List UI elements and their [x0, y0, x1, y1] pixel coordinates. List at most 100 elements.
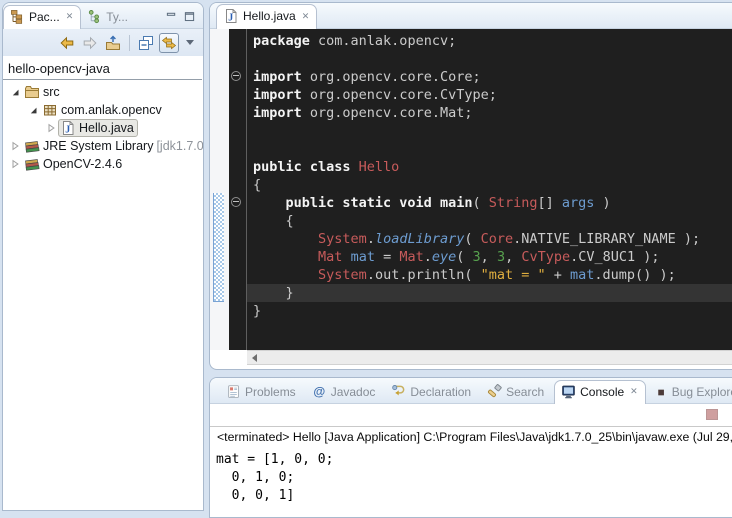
code-line: {	[247, 176, 732, 194]
package-explorer-view: Pac... ✕ Ty... hello-opencv-java srccom.…	[2, 2, 204, 511]
code-line: public class Hello	[247, 158, 732, 176]
console-toolbar	[210, 404, 732, 427]
link-with-editor-icon	[161, 35, 177, 51]
tree-item-decoration: [jdk1.7.0_25]	[156, 139, 203, 153]
problems-icon	[226, 384, 241, 399]
view-menu-icon[interactable]	[186, 40, 194, 45]
tree-item-src[interactable]: src	[3, 83, 203, 101]
tab-label: Bug Explorer	[672, 385, 732, 399]
close-icon[interactable]: ✕	[300, 12, 310, 21]
code-line: public static void main( String[] args )	[247, 194, 732, 212]
code-line: {	[247, 212, 732, 230]
java-file-icon: J	[60, 120, 76, 136]
left-view-tabbar: Pac... ✕ Ty...	[3, 3, 203, 29]
forward-button[interactable]	[80, 33, 100, 53]
tree-item-jre-system-library[interactable]: JRE System Library [jdk1.7.0_25]	[3, 137, 203, 155]
minimize-icon[interactable]	[166, 11, 177, 22]
back-button[interactable]	[57, 33, 77, 53]
vertical-ruler	[210, 29, 229, 350]
code-line: import org.opencv.core.Core;	[247, 68, 732, 86]
tab-package-explorer-label: Pac...	[29, 10, 60, 24]
horizontal-scrollbar[interactable]	[247, 350, 732, 365]
javadoc-icon: @	[312, 384, 327, 399]
tab-label: Problems	[245, 385, 296, 399]
code-area[interactable]: package com.anlak.opencv; import org.open…	[247, 29, 732, 350]
tab-label: Declaration	[410, 385, 471, 399]
tree-item-body: src	[22, 83, 64, 101]
svg-text:J: J	[228, 13, 233, 24]
tab-bug-explorer[interactable]: Bug Explorer	[649, 382, 732, 403]
java-file-icon: J	[223, 8, 239, 24]
declaration-icon	[391, 384, 406, 399]
tab-declaration[interactable]: Declaration	[385, 381, 478, 403]
editor-view: J Hello.java ✕ package com.anlak.opencv;…	[209, 2, 732, 370]
up-folder-icon	[105, 35, 121, 51]
code-line: Mat mat = Mat.eye( 3, 3, CvType.CV_8UC1 …	[247, 248, 732, 266]
tab-package-explorer[interactable]: Pac... ✕	[3, 5, 81, 29]
back-arrow-icon	[59, 35, 75, 51]
collapsed-twistie-icon[interactable]	[9, 141, 21, 151]
tree-item-label: src	[43, 85, 60, 99]
console-output[interactable]: mat = [1, 0, 0; 0, 1, 0; 0, 0, 1]	[210, 447, 732, 505]
tab-label: Search	[506, 385, 544, 399]
project-header: hello-opencv-java	[3, 56, 202, 80]
tree-item-label: JRE System Library	[43, 139, 153, 153]
tree-item-opencv-2-4-6[interactable]: OpenCV-2.4.6	[3, 155, 203, 173]
code-line: System.loadLibrary( Core.NATIVE_LIBRARY_…	[247, 230, 732, 248]
console-status: <terminated> Hello [Java Application] C:…	[210, 427, 732, 447]
package-icon	[42, 102, 58, 118]
close-icon[interactable]: ✕	[64, 12, 74, 21]
tree-item-hello-java[interactable]: JHello.java	[3, 119, 203, 137]
current-code-line: }	[247, 284, 732, 302]
up-button[interactable]	[103, 33, 123, 53]
tab-type-hierarchy[interactable]: Ty...	[81, 6, 135, 28]
package-explorer-icon	[10, 9, 25, 24]
range-indicator	[213, 193, 224, 302]
tab-javadoc[interactable]: @ Javadoc	[306, 381, 383, 403]
tab-hello-java[interactable]: J Hello.java ✕	[216, 4, 317, 29]
tab-console[interactable]: Console✕	[554, 380, 646, 404]
collapsed-twistie-icon[interactable]	[45, 123, 57, 133]
library-icon	[24, 156, 40, 172]
view-window-buttons	[166, 11, 203, 28]
collapsed-twistie-icon[interactable]	[9, 159, 21, 169]
tab-search[interactable]: Search	[481, 381, 551, 403]
fold-collapse-icon[interactable]	[231, 197, 241, 207]
expanded-twistie-icon[interactable]	[27, 105, 39, 115]
tab-type-hierarchy-label: Ty...	[106, 10, 128, 24]
code-line: System.out.println( "mat = " + mat.dump(…	[247, 266, 732, 284]
close-icon[interactable]: ✕	[628, 387, 638, 396]
console-tabbar: Problems @ Javadoc Declaration Search Console…	[210, 378, 732, 404]
tree-item-body: com.anlak.opencv	[40, 101, 166, 119]
editor-tab-label: Hello.java	[243, 9, 296, 23]
terminate-button[interactable]	[706, 409, 718, 420]
tab-problems[interactable]: Problems	[220, 381, 303, 403]
editor-tabbar: J Hello.java ✕	[210, 3, 732, 29]
folding-gutter	[229, 29, 247, 350]
tab-label: Javadoc	[331, 385, 376, 399]
tree-item-com-anlak-opencv[interactable]: com.anlak.opencv	[3, 101, 203, 119]
code-line	[247, 50, 732, 68]
console-icon	[561, 384, 576, 399]
code-line: }	[247, 302, 732, 320]
svg-text:@: @	[313, 385, 325, 399]
maximize-icon[interactable]	[184, 11, 195, 22]
library-icon	[24, 138, 40, 154]
tree-item-body: JRE System Library [jdk1.7.0_25]	[22, 137, 203, 155]
tree-item-body: OpenCV-2.4.6	[22, 155, 126, 173]
link-with-editor-button[interactable]	[159, 33, 179, 53]
code-line	[247, 122, 732, 140]
toolbar-separator	[129, 35, 130, 51]
tree-item-label: Hello.java	[79, 121, 134, 135]
code-line: import org.opencv.core.Mat;	[247, 104, 732, 122]
fold-collapse-icon[interactable]	[231, 71, 241, 81]
tree-item-label: com.anlak.opencv	[61, 103, 162, 117]
source-folder-icon	[24, 84, 40, 100]
code-line: package com.anlak.opencv;	[247, 32, 732, 50]
expanded-twistie-icon[interactable]	[9, 87, 21, 97]
code-line	[247, 140, 732, 158]
type-hierarchy-icon	[87, 9, 102, 24]
scroll-left-icon[interactable]	[252, 354, 257, 362]
bug-icon	[655, 386, 668, 399]
collapse-all-button[interactable]	[136, 33, 156, 53]
